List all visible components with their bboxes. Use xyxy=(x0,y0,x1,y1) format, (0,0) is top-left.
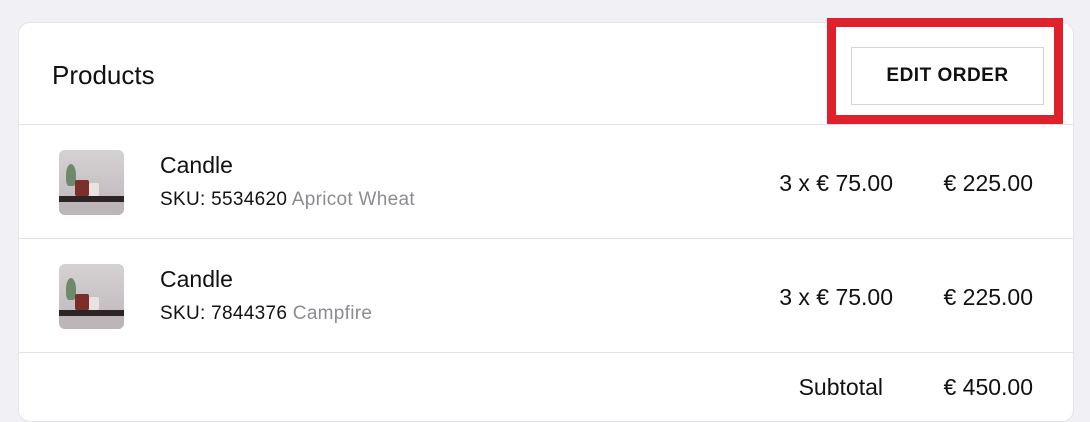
product-meta: SKU: 5534620 Apricot Wheat xyxy=(160,188,415,212)
edit-order-button[interactable]: EDIT ORDER xyxy=(851,47,1044,105)
product-row: Candle SKU: 7844376 Campfire 3 x € 75.00… xyxy=(19,239,1073,353)
product-name: Candle xyxy=(160,266,233,292)
products-card-header: Products EDIT ORDER xyxy=(19,23,1073,125)
quantity-price: 3 x € 75.00 xyxy=(779,284,893,310)
product-variant: Campfire xyxy=(292,303,373,324)
line-total: € 225.00 xyxy=(943,170,1033,196)
product-thumbnail xyxy=(59,264,124,329)
product-meta: SKU: 7844376 Campfire xyxy=(160,302,372,326)
products-card: Products EDIT ORDER Candle SKU: 5534620 … xyxy=(18,22,1074,422)
product-name: Candle xyxy=(160,152,233,178)
subtotal-label: Subtotal xyxy=(798,374,883,400)
product-sku: SKU: 5534620 xyxy=(160,189,288,210)
line-total: € 225.00 xyxy=(943,284,1033,310)
quantity-price: 3 x € 75.00 xyxy=(779,170,893,196)
subtotal-row: Subtotal € 450.00 xyxy=(19,353,1073,421)
product-sku: SKU: 7844376 xyxy=(160,303,288,324)
card-title: Products xyxy=(52,60,155,90)
subtotal-value: € 450.00 xyxy=(943,374,1033,400)
product-thumbnail xyxy=(59,150,124,215)
product-variant: Apricot Wheat xyxy=(291,189,415,210)
product-row: Candle SKU: 5534620 Apricot Wheat 3 x € … xyxy=(19,125,1073,239)
